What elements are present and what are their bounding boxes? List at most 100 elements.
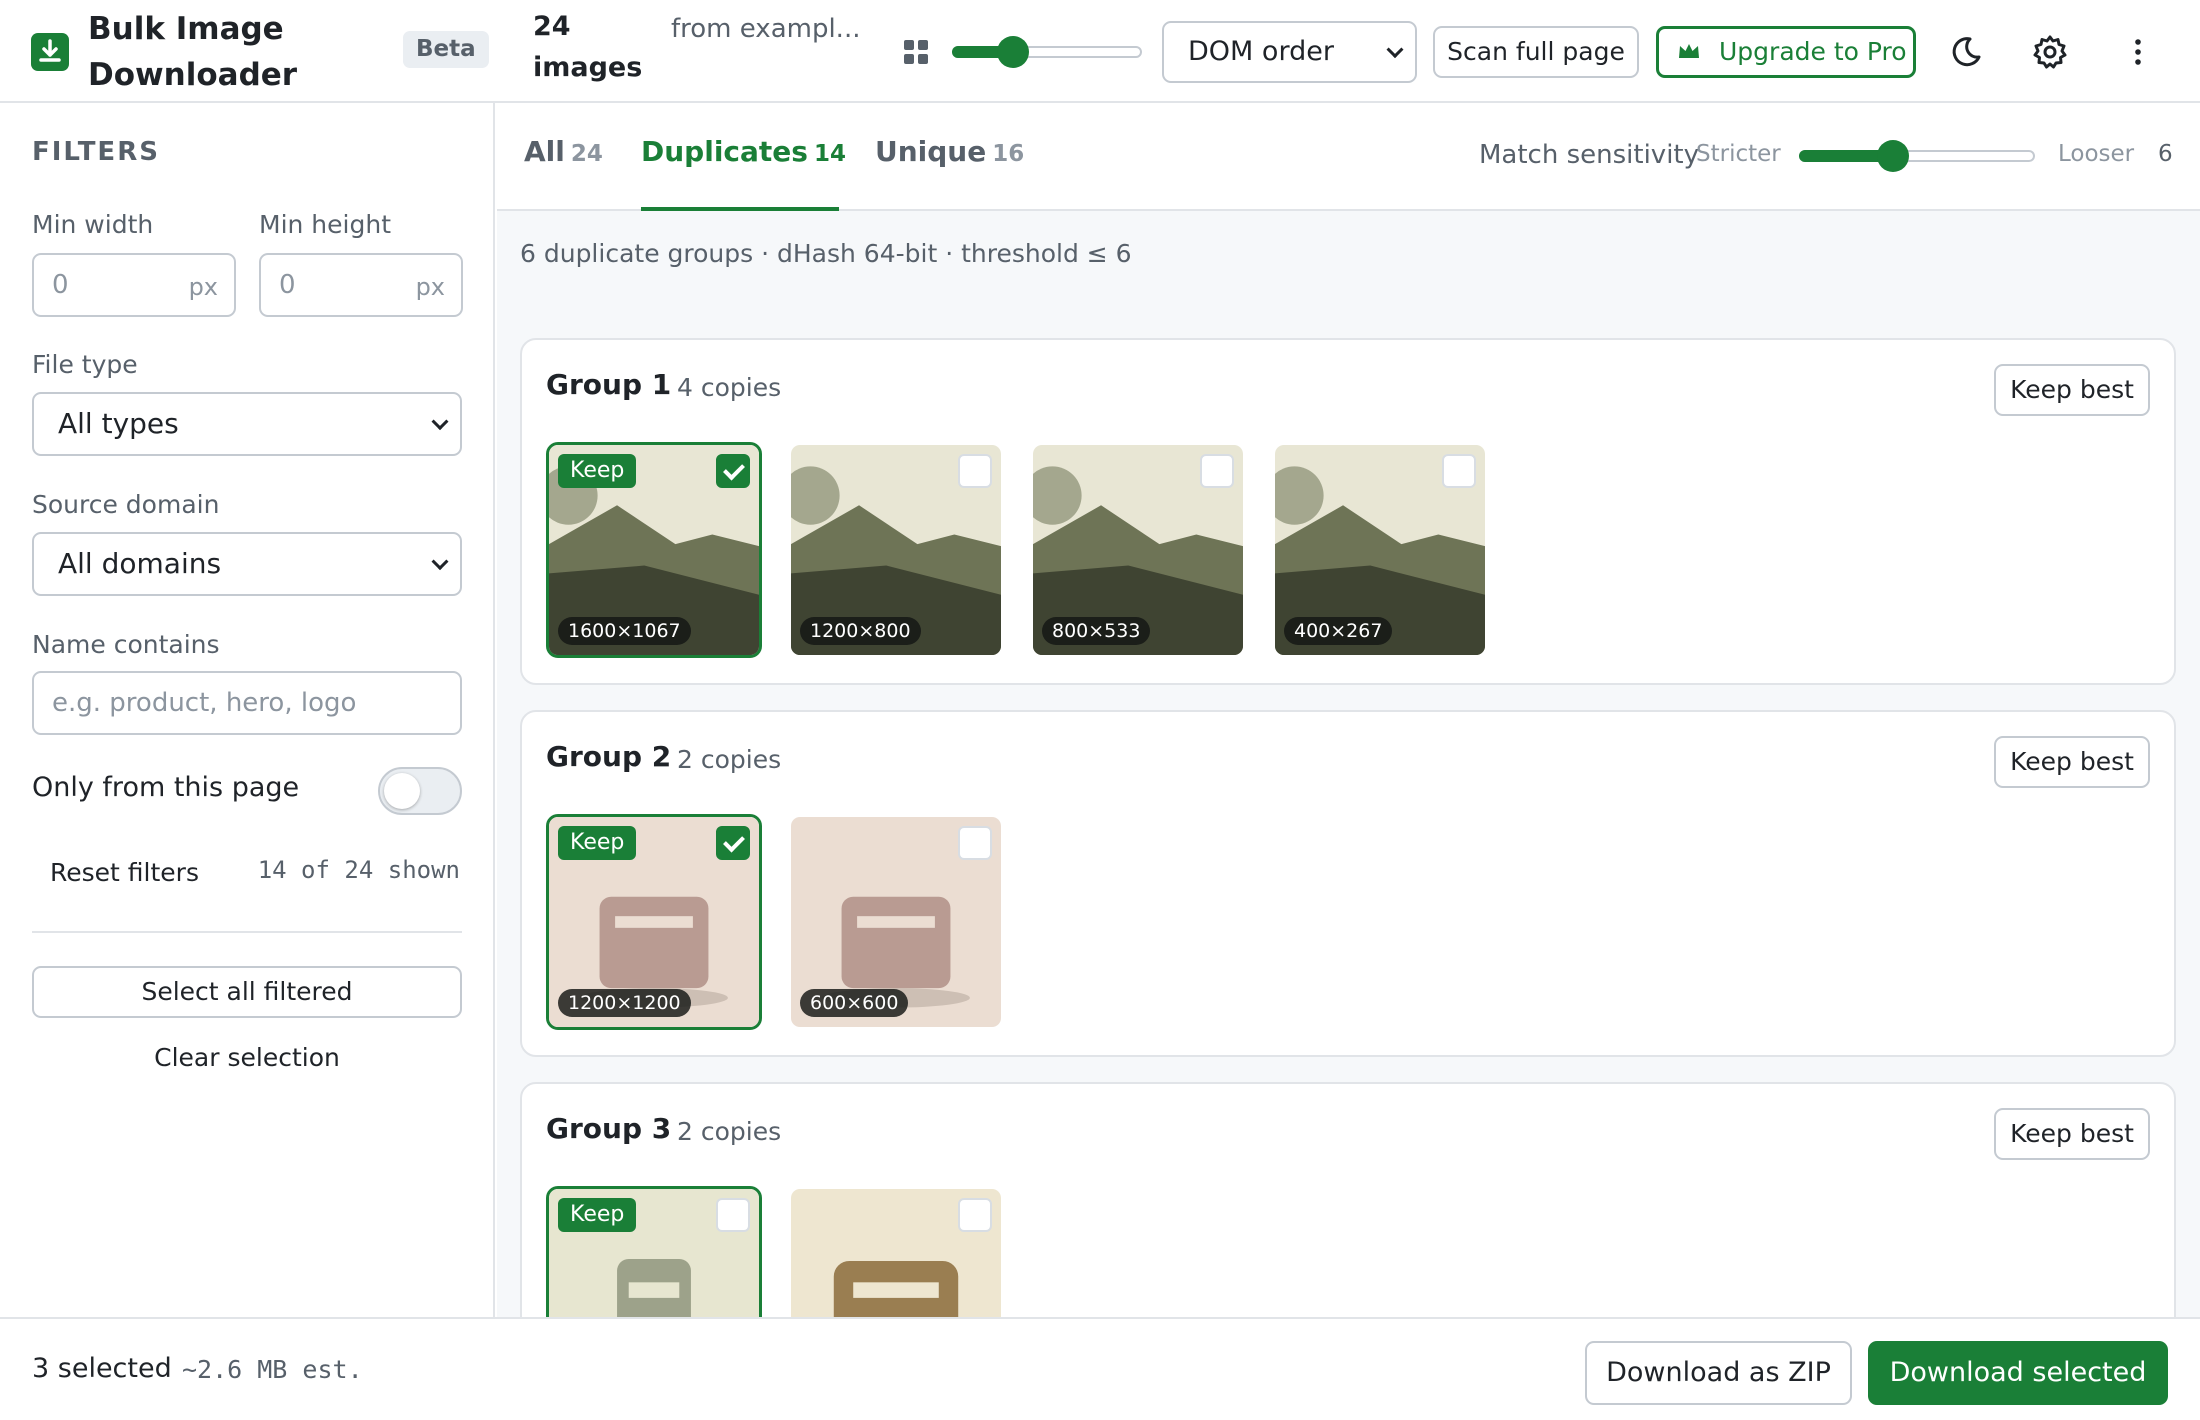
image-dimensions: 600×600 [800,989,909,1017]
select-checkbox[interactable] [716,454,750,488]
grid-icon[interactable] [904,40,928,64]
source-url: from exampl... [671,14,861,44]
min-height-unit: px [415,273,445,301]
download-selected-button[interactable]: Download selected [1868,1341,2168,1405]
select-checkbox[interactable] [1442,454,1476,488]
tab-count: 14 [813,141,846,167]
min-width-value: 0 [52,270,69,300]
keep-best-button[interactable]: Keep best [1994,736,2150,788]
sensitivity-value: 6 [2158,141,2173,167]
main-panel: All 24 Duplicates 14 Unique 16 Match sensit… [497,103,2200,1317]
image-thumbnail[interactable] [788,1186,1004,1317]
select-checkbox[interactable] [958,454,992,488]
file-type-label: File type [32,350,138,379]
name-contains-placeholder: e.g. product, hero, logo [52,688,357,718]
keep-tag: Keep [558,454,637,488]
image-thumbnail[interactable]: Keep 1600×1067 [546,442,762,658]
duplicate-group: Group 32 copies Keep best Keep [520,1082,2176,1317]
source-domain-select[interactable]: All domains [32,532,462,596]
duplicate-summary: 6 duplicate groups · dHash 64-bit · thre… [520,239,1132,268]
app-header: Bulk Image Downloader Beta 24 images fro… [0,0,2200,103]
image-count: 24 images [533,11,643,83]
group-title: Group 1 [546,368,672,401]
group-title: Group 2 [546,740,672,773]
tab-label: All [524,135,565,168]
keep-best-button[interactable]: Keep best [1994,1108,2150,1160]
name-contains-input[interactable]: e.g. product, hero, logo [32,671,462,735]
keep-best-button[interactable]: Keep best [1994,364,2150,416]
divider [32,931,462,933]
select-all-filtered-button[interactable]: Select all filtered [32,966,462,1018]
image-dimensions: 400×267 [1284,617,1393,645]
select-checkbox[interactable] [1200,454,1234,488]
min-height-input[interactable]: 0 px [259,253,463,317]
shown-count: 14 of 24 shown [257,856,460,884]
source-domain-label: Source domain [32,490,220,519]
min-width-input[interactable]: 0 px [32,253,236,317]
tab-count: 24 [570,141,603,167]
image-thumbnail[interactable]: 800×533 [1030,442,1246,658]
tab-duplicates[interactable]: Duplicates 14 [641,135,846,211]
chevron-down-icon [431,553,449,571]
action-footer: 3 selected ~2.6 MB est. Download as ZIP … [0,1317,2200,1420]
gear-icon[interactable] [2030,32,2070,72]
tab-all[interactable]: All 24 [524,135,603,211]
selected-count: 3 selected [32,1353,172,1384]
scan-full-page-button[interactable]: Scan full page [1433,26,1639,78]
source-domain-value: All domains [58,547,222,580]
duplicate-group: Group 22 copies Keep best Keep 1200×1200 600… [520,710,2176,1057]
image-thumbnail[interactable]: 600×600 [788,814,1004,1030]
chevron-down-icon [431,413,449,431]
toggle-knob [384,773,420,809]
tab-label: Duplicates [641,135,808,168]
sensitivity-min-label: Stricter [1696,141,1781,167]
selected-size: ~2.6 MB est. [182,1355,363,1384]
image-thumbnail[interactable]: Keep 1200×1200 [546,814,762,1030]
upgrade-button[interactable]: Upgrade to Pro [1656,26,1916,78]
thumbnail-size-slider[interactable] [952,36,1142,68]
upgrade-label: Upgrade to Pro [1719,37,1907,66]
tab-bar: All 24 Duplicates 14 Unique 16 Match sensit… [497,103,2200,211]
slider-thumb[interactable] [1877,140,1910,172]
select-checkbox[interactable] [958,1198,992,1232]
min-height-value: 0 [279,270,296,300]
select-checkbox[interactable] [716,1198,750,1232]
image-dimensions: 1200×800 [800,617,921,645]
keep-tag: Keep [558,1198,637,1232]
filters-sidebar: FILTERS Min width Min height 0 px 0 px F… [0,103,495,1317]
tab-unique[interactable]: Unique 16 [875,135,1024,211]
only-this-page-toggle[interactable] [378,767,462,815]
duplicate-group: Group 14 copies Keep best Keep 1600×1067 120… [520,338,2176,685]
group-copies: 2 copies [677,1117,782,1146]
chevron-down-icon [1386,41,1404,59]
sensitivity-max-label: Looser [2058,141,2135,167]
keep-tag: Keep [558,826,637,860]
moon-icon[interactable] [1946,32,1986,72]
select-checkbox[interactable] [958,826,992,860]
file-type-select[interactable]: All types [32,392,462,456]
tab-label: Unique [875,135,987,168]
sort-order-select[interactable]: DOM order [1162,21,1417,83]
image-thumbnail[interactable]: 1200×800 [788,442,1004,658]
download-icon [31,33,69,71]
image-dimensions: 800×533 [1042,617,1151,645]
image-dimensions: 1200×1200 [558,989,691,1017]
image-thumbnail[interactable]: 400×267 [1272,442,1488,658]
image-dimensions: 1600×1067 [558,617,691,645]
min-width-label: Min width [32,210,154,239]
slider-thumb[interactable] [996,36,1029,68]
app-title: Bulk Image Downloader [88,11,298,93]
group-title: Group 3 [546,1112,672,1145]
match-sensitivity-label: Match sensitivity [1479,140,1699,170]
min-width-unit: px [188,273,218,301]
reset-filters-button[interactable]: Reset filters [50,858,199,887]
select-checkbox[interactable] [716,826,750,860]
match-sensitivity-slider[interactable] [1799,140,2035,172]
image-thumbnail[interactable]: Keep [546,1186,762,1317]
download-zip-button[interactable]: Download as ZIP [1585,1341,1852,1405]
kebab-icon[interactable] [2118,32,2158,72]
beta-badge: Beta [403,31,489,68]
file-type-value: All types [58,407,179,440]
clear-selection-button[interactable]: Clear selection [32,1032,462,1084]
group-copies: 2 copies [677,745,782,774]
